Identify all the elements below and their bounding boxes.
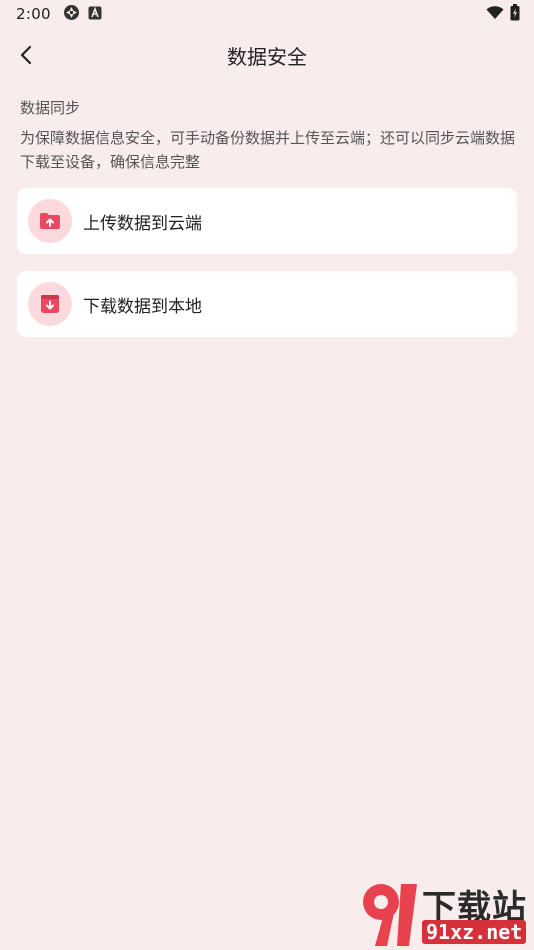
- upload-folder-icon: [28, 199, 72, 243]
- status-bar: 2:00: [0, 0, 534, 28]
- upload-to-cloud-button[interactable]: 上传数据到云端: [17, 188, 517, 254]
- app-notification-icon: [88, 5, 102, 24]
- screen: 2:00 数据安全 数据同步 为保障数据信息安全，可手动备份数据并上传至云端；还…: [0, 0, 534, 950]
- page-title: 数据安全: [227, 44, 307, 69]
- watermark: 下载站 91xz.net: [359, 880, 534, 950]
- upload-label: 上传数据到云端: [83, 213, 202, 234]
- watermark-url: 91xz.net: [422, 920, 527, 944]
- back-button[interactable]: [10, 38, 44, 72]
- section-title: 数据同步: [20, 99, 81, 117]
- status-icons-left: [63, 4, 102, 25]
- download-to-local-button[interactable]: 下载数据到本地: [17, 271, 517, 337]
- section-description: 为保障数据信息安全，可手动备份数据并上传至云端；还可以同步云端数据下载至设备，确…: [20, 129, 516, 171]
- download-label: 下载数据到本地: [83, 296, 202, 317]
- wifi-icon: [486, 5, 504, 24]
- watermark-logo-icon: [363, 884, 417, 946]
- app-bar: 数据安全: [0, 30, 534, 80]
- status-icons-right: [486, 3, 520, 25]
- download-box-icon: [28, 282, 72, 326]
- sync-status-icon: [63, 4, 80, 25]
- chevron-left-icon: [20, 45, 32, 65]
- battery-icon: [510, 3, 520, 25]
- status-time: 2:00: [16, 5, 51, 23]
